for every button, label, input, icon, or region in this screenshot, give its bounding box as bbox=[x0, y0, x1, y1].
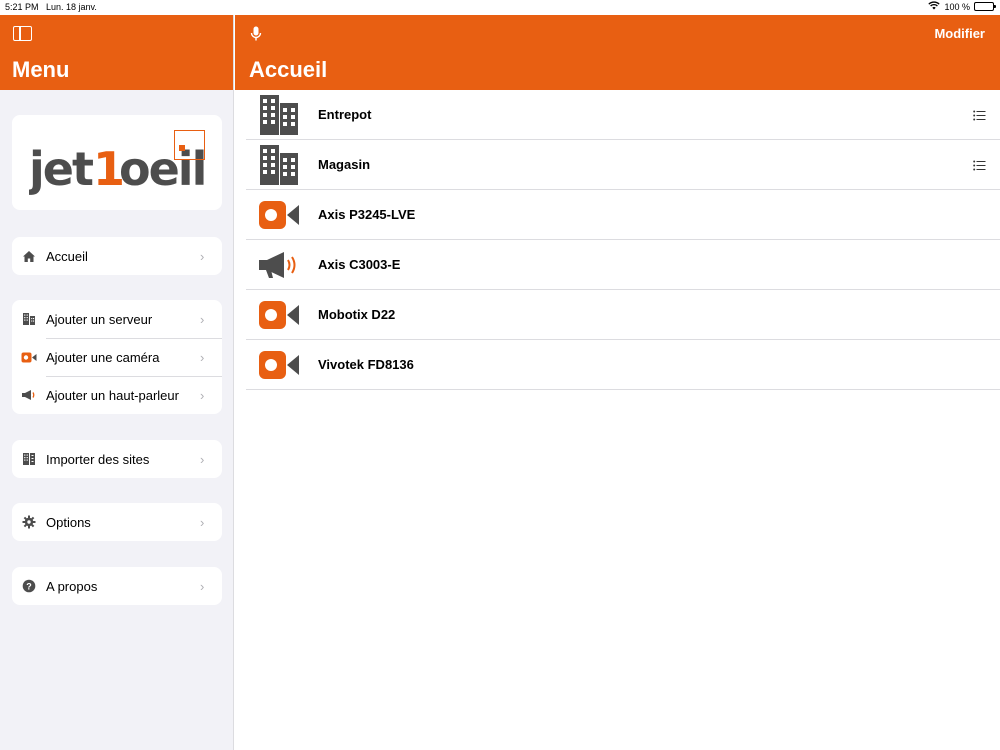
svg-text:?: ? bbox=[26, 581, 32, 591]
menu-item-a-propos[interactable]: ? A propos › bbox=[12, 567, 222, 605]
battery-icon bbox=[974, 2, 996, 11]
item-name: Axis C3003-E bbox=[318, 257, 401, 272]
logo-frame bbox=[174, 130, 205, 160]
page-title: Accueil bbox=[249, 57, 328, 82]
main-panel: Modifier Accueil Entrepot Magasin Axis P… bbox=[235, 15, 1000, 750]
status-date: Lun. 18 janv. bbox=[46, 2, 97, 12]
menu-item-label: A propos bbox=[46, 578, 98, 594]
microphone-icon[interactable] bbox=[250, 26, 262, 47]
menu-item-options[interactable]: Options › bbox=[12, 503, 222, 541]
status-right: 100 % bbox=[928, 1, 996, 12]
chevron-right-icon: › bbox=[200, 451, 205, 467]
menu-item-importer-sites[interactable]: Importer des sites › bbox=[12, 440, 222, 478]
menu-group-about: ? A propos › bbox=[12, 567, 222, 605]
list-item-vivotek-fd8136[interactable]: Vivotek FD8136 bbox=[246, 340, 1000, 390]
camera-icon bbox=[246, 190, 312, 240]
svg-text:jet: jet bbox=[29, 142, 93, 196]
menu-item-label: Options bbox=[46, 514, 91, 530]
item-name: Entrepot bbox=[318, 107, 372, 122]
menu-item-ajouter-haut-parleur[interactable]: Ajouter un haut-parleur › bbox=[12, 376, 222, 414]
list-item-axis-p3245[interactable]: Axis P3245-LVE bbox=[246, 190, 1000, 240]
camera-icon bbox=[12, 352, 46, 363]
menu-item-label: Ajouter une caméra bbox=[46, 349, 160, 365]
edit-button[interactable]: Modifier bbox=[934, 26, 985, 41]
menu-item-ajouter-serveur[interactable]: Ajouter un serveur › bbox=[12, 300, 222, 338]
chevron-right-icon: › bbox=[200, 387, 205, 403]
house-icon bbox=[12, 250, 46, 263]
chevron-right-icon: › bbox=[200, 514, 205, 530]
menu-group-add: Ajouter un serveur › Ajouter une caméra … bbox=[12, 300, 222, 414]
device-list: Entrepot Magasin Axis P3245-LVE Axis C30… bbox=[246, 90, 1000, 390]
camera-icon bbox=[246, 340, 312, 390]
menu-group-options: Options › bbox=[12, 503, 222, 541]
item-name: Magasin bbox=[318, 157, 371, 172]
camera-icon bbox=[246, 290, 312, 340]
menu-group-import: Importer des sites › bbox=[12, 440, 222, 478]
building-icon bbox=[246, 140, 312, 190]
menu-item-label: Accueil bbox=[46, 248, 88, 264]
list-item-entrepot[interactable]: Entrepot bbox=[246, 90, 1000, 140]
list-item-mobotix-d22[interactable]: Mobotix D22 bbox=[246, 290, 1000, 340]
gear-icon bbox=[12, 515, 46, 529]
sidebar-title: Menu bbox=[12, 57, 70, 82]
question-icon: ? bbox=[12, 579, 46, 593]
menu-item-label: Ajouter un haut-parleur bbox=[46, 387, 179, 403]
item-name: Axis P3245-LVE bbox=[318, 207, 416, 222]
megaphone-icon bbox=[246, 240, 312, 290]
menu-item-label: Ajouter un serveur bbox=[46, 311, 153, 327]
status-bar: 5:21 PM Lun. 18 janv. 100 % bbox=[0, 0, 1000, 15]
chevron-right-icon: › bbox=[200, 311, 205, 327]
main-header: Modifier Accueil bbox=[235, 15, 1000, 90]
list-item-magasin[interactable]: Magasin bbox=[246, 140, 1000, 190]
list-detail-icon[interactable] bbox=[973, 158, 986, 176]
logo-card: jet1oeil jet 1 oeil bbox=[12, 115, 222, 210]
megaphone-icon bbox=[12, 389, 46, 401]
chevron-right-icon: › bbox=[200, 349, 205, 365]
list-item-axis-c3003[interactable]: Axis C3003-E bbox=[246, 240, 1000, 290]
item-name: Mobotix D22 bbox=[318, 307, 396, 322]
building-icon bbox=[246, 90, 312, 140]
item-name: Vivotek FD8136 bbox=[318, 357, 414, 372]
menu-item-ajouter-camera[interactable]: Ajouter une caméra › bbox=[12, 338, 222, 376]
building-icon bbox=[12, 312, 46, 326]
sidebar-toggle-icon[interactable] bbox=[13, 26, 32, 41]
menu-group-home: Accueil › bbox=[12, 237, 222, 275]
list-detail-icon[interactable] bbox=[973, 108, 986, 126]
sidebar-header: Menu bbox=[0, 15, 233, 90]
menu-item-accueil[interactable]: Accueil › bbox=[12, 237, 222, 275]
status-time: 5:21 PM bbox=[5, 2, 39, 12]
chevron-right-icon: › bbox=[200, 578, 205, 594]
wifi-icon bbox=[928, 1, 941, 12]
chevron-right-icon: › bbox=[200, 248, 205, 264]
battery-percent: 100 % bbox=[944, 1, 970, 12]
import-icon bbox=[12, 452, 46, 466]
menu-item-label: Importer des sites bbox=[46, 451, 150, 467]
